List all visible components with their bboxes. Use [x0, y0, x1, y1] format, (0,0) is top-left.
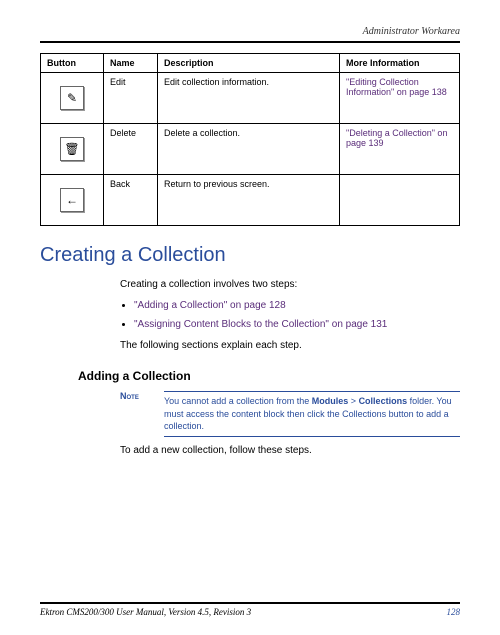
footer-rule [40, 602, 460, 604]
cell-name: Delete [104, 124, 158, 175]
note-block: Note You cannot add a collection from th… [120, 391, 460, 437]
cell-name: Edit [104, 73, 158, 124]
cell-description: Return to previous screen. [158, 175, 340, 226]
cell-more: "Deleting a Collection" on page 139 [340, 124, 460, 175]
bullet-list: "Adding a Collection" on page 128 "Assig… [134, 298, 460, 332]
th-description: Description [158, 54, 340, 73]
table-row: 🗑 Delete Delete a collection. "Deleting … [41, 124, 460, 175]
section-followup: The following sections explain each step… [120, 338, 460, 353]
section-title: Creating a Collection [40, 244, 460, 267]
footer-manual: Ektron CMS200/300 User Manual, Version 4… [40, 607, 251, 617]
table-row: ✎ Edit Edit collection information. "Edi… [41, 73, 460, 124]
cell-more: "Editing Collection Information" on page… [340, 73, 460, 124]
subsection-body: To add a new collection, follow these st… [120, 443, 460, 458]
back-icon: ← [60, 188, 84, 212]
bullet-item: "Adding a Collection" on page 128 [134, 298, 460, 313]
note-label: Note [120, 391, 154, 401]
cell-button: ← [41, 175, 104, 226]
section-intro: Creating a collection involves two steps… [120, 277, 460, 292]
note-text: You cannot add a collection from the Mod… [164, 391, 460, 437]
th-name: Name [104, 54, 158, 73]
cell-more [340, 175, 460, 226]
header-rule [40, 41, 460, 43]
edit-icon: ✎ [60, 86, 84, 110]
cell-button: ✎ [41, 73, 104, 124]
footer: Ektron CMS200/300 User Manual, Version 4… [40, 602, 460, 617]
cell-description: Delete a collection. [158, 124, 340, 175]
footer-page-number: 128 [447, 607, 461, 617]
bullet-item: "Assigning Content Blocks to the Collect… [134, 317, 460, 332]
button-table: Button Name Description More Information… [40, 53, 460, 226]
delete-icon: 🗑 [60, 137, 84, 161]
th-button: Button [41, 54, 104, 73]
cell-name: Back [104, 175, 158, 226]
th-more: More Information [340, 54, 460, 73]
link-adding-collection[interactable]: "Adding a Collection" on page 128 [134, 300, 286, 311]
header-breadcrumb: Administrator Workarea [40, 26, 460, 41]
cell-button: 🗑 [41, 124, 104, 175]
link-delete-info[interactable]: "Deleting a Collection" on page 139 [346, 128, 447, 148]
link-assigning-blocks[interactable]: "Assigning Content Blocks to the Collect… [134, 319, 387, 330]
cell-description: Edit collection information. [158, 73, 340, 124]
subsection-title: Adding a Collection [78, 369, 460, 383]
table-header-row: Button Name Description More Information [41, 54, 460, 73]
link-edit-info[interactable]: "Editing Collection Information" on page… [346, 77, 447, 97]
table-row: ← Back Return to previous screen. [41, 175, 460, 226]
